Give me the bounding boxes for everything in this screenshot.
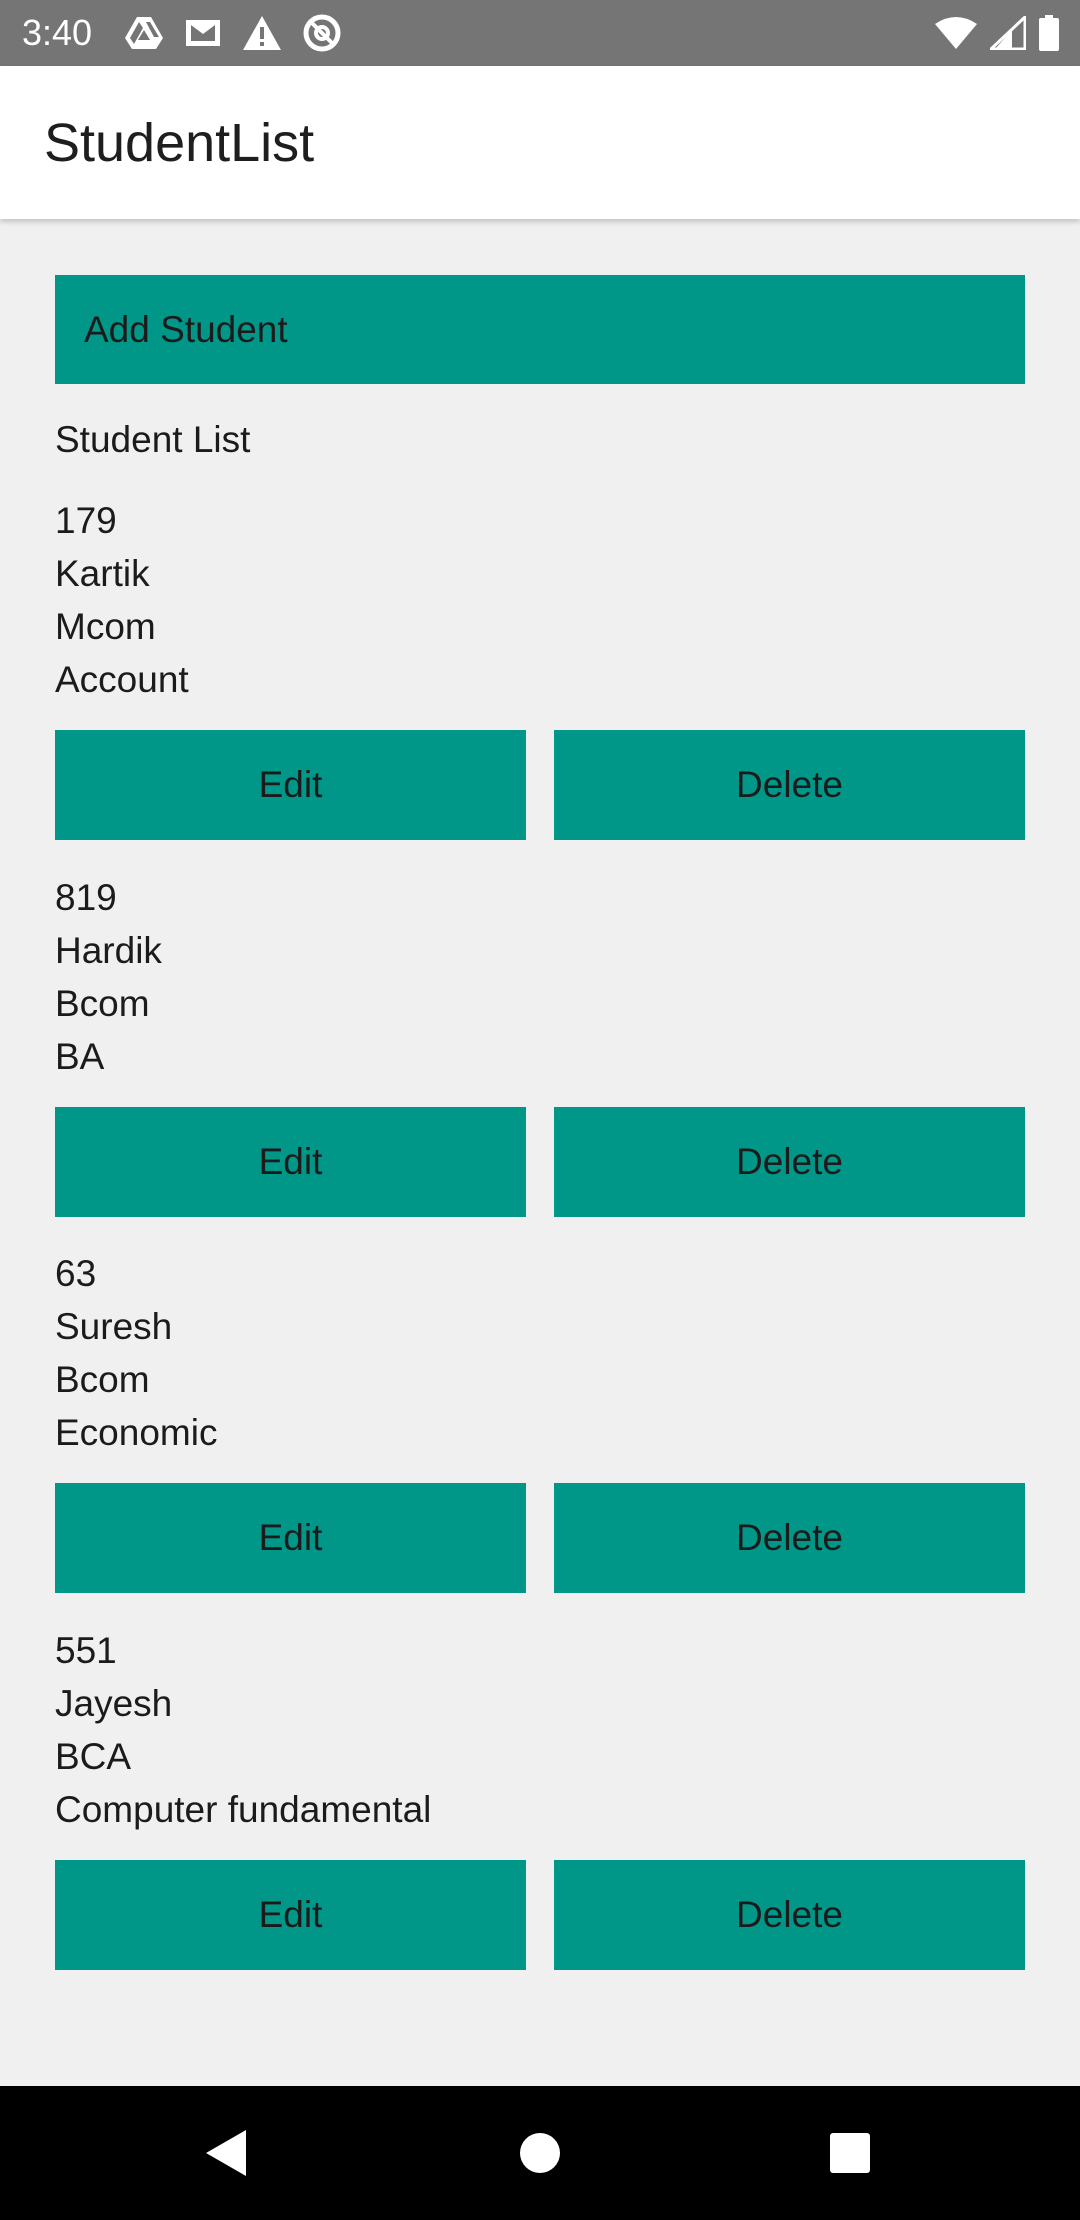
student-item: 819 Hardik Bcom BA Edit Delete — [55, 872, 1025, 1248]
student-name: Jayesh — [55, 1683, 173, 1724]
drive-icon — [125, 17, 163, 49]
edit-button[interactable]: Edit — [55, 730, 526, 840]
edit-button[interactable]: Edit — [55, 1483, 526, 1593]
delete-button[interactable]: Delete — [554, 730, 1025, 840]
warning-icon — [243, 16, 281, 50]
student-item: 551 Jayesh BCA Computer fundamental Edit… — [55, 1625, 1025, 2001]
student-list-screen: Add Student Student List 179 Kartik Mcom… — [0, 219, 1080, 2086]
student-course: Mcom — [55, 606, 156, 647]
student-name: Suresh — [55, 1306, 173, 1347]
home-icon — [520, 2133, 560, 2173]
status-bar: 3:40 — [0, 0, 1080, 66]
add-student-button[interactable]: Add Student — [55, 275, 1025, 384]
system-icons — [934, 12, 1060, 54]
student-course: Bcom — [55, 1359, 150, 1400]
recents-icon — [830, 2133, 870, 2173]
student-course: BCA — [55, 1736, 132, 1777]
student-name: Kartik — [55, 553, 150, 594]
back-button[interactable] — [191, 2118, 261, 2188]
student-id: 179 — [55, 500, 117, 541]
student-subject: Computer fundamental — [55, 1789, 432, 1830]
student-course: Bcom — [55, 983, 150, 1024]
app-title: StudentList — [44, 113, 315, 173]
app-bar: StudentList — [0, 66, 1080, 219]
gmail-icon — [186, 20, 220, 46]
at-sign-icon — [303, 14, 341, 52]
student-subject: Economic — [55, 1412, 218, 1453]
student-subject: Account — [55, 659, 189, 700]
student-subject: BA — [55, 1036, 105, 1077]
list-heading: Student List — [55, 419, 251, 460]
delete-button[interactable]: Delete — [554, 1860, 1025, 1970]
delete-button[interactable]: Delete — [554, 1107, 1025, 1217]
student-id: 819 — [55, 877, 117, 918]
student-item: 179 Kartik Mcom Account Edit Delete — [55, 495, 1025, 871]
signal-icon — [990, 16, 1026, 50]
recents-button[interactable] — [815, 2118, 885, 2188]
status-time: 3:40 — [22, 12, 93, 53]
student-id: 551 — [55, 1630, 117, 1671]
battery-icon — [1039, 15, 1059, 51]
student-item: 63 Suresh Bcom Economic Edit Delete — [55, 1248, 1025, 1624]
student-id: 63 — [55, 1253, 97, 1294]
wifi-icon — [935, 17, 977, 49]
delete-button[interactable]: Delete — [554, 1483, 1025, 1593]
home-button[interactable] — [505, 2118, 575, 2188]
student-name: Hardik — [55, 930, 162, 971]
navigation-bar — [0, 2086, 1080, 2220]
notification-icons — [124, 12, 342, 54]
edit-button[interactable]: Edit — [55, 1107, 526, 1217]
edit-button[interactable]: Edit — [55, 1860, 526, 1970]
back-icon — [206, 2130, 246, 2176]
